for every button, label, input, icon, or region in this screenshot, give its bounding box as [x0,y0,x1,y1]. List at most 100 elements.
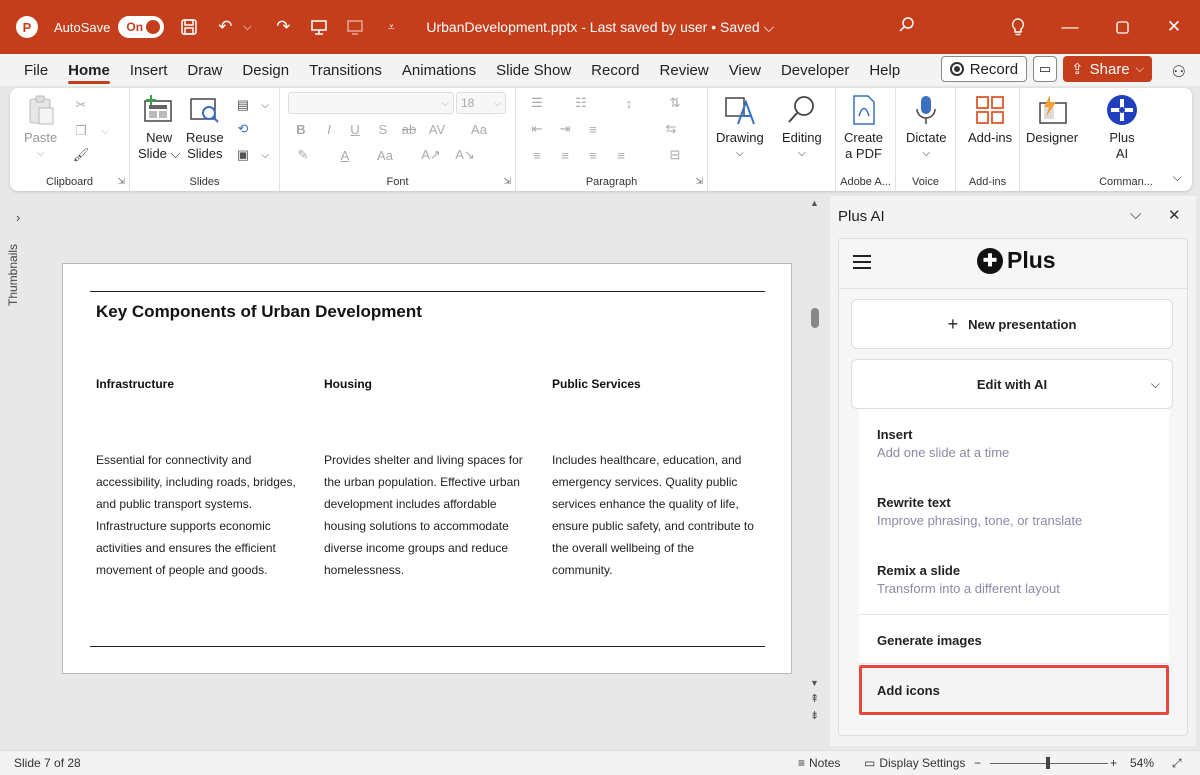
character-spacing-icon[interactable]: AV [428,120,446,138]
section-dropdown-icon[interactable]: ⌵ [256,146,274,164]
sort-icon[interactable]: ⇅ [666,94,684,112]
lightbulb-icon[interactable] [992,0,1044,54]
tab-developer[interactable]: Developer [771,54,859,86]
slide-title[interactable]: Key Components of Urban Development [96,302,422,322]
font-size-box[interactable]: 18 ⌵ [456,92,506,114]
ribbon-expand-icon[interactable]: ⌵ [1173,170,1182,185]
underline-icon[interactable]: U [346,120,364,138]
numbering-icon[interactable]: ☷ [572,94,590,112]
decrease-indent-icon[interactable]: ⇤ [528,120,546,138]
previous-slide-icon[interactable]: ⇞ [810,692,819,705]
increase-indent-icon[interactable]: ⇥ [556,120,574,138]
zoom-level[interactable]: 54% [1130,756,1154,770]
copy-dropdown-icon[interactable]: ⌵ [96,122,114,140]
columns-icon[interactable]: ≡ [584,120,602,138]
minimize-icon[interactable]: — [1044,0,1096,54]
paste-button[interactable]: Paste ⌵ [24,94,57,162]
edit-with-ai-dropdown[interactable]: Edit with AI ⌵ [851,359,1173,409]
dictate-button[interactable]: Dictate ⌵ [906,94,946,162]
font-color-icon[interactable]: A [336,146,354,164]
create-pdf-button[interactable]: Create a PDF [844,94,883,162]
change-case-icon[interactable]: Aa [470,120,488,138]
record-button[interactable]: Record [940,56,1028,82]
align-left-icon[interactable]: ≡ [528,146,546,164]
column-housing[interactable]: Housing Provides shelter and living spac… [324,377,534,577]
scroll-up-icon[interactable]: ▲ [810,198,819,208]
menu-item-generate-images[interactable]: Generate images [859,633,1169,648]
display-settings-button[interactable]: ▭ Display Settings [864,756,965,770]
present-icon[interactable] [308,16,330,38]
shrink-font-icon[interactable]: A↘ [455,146,475,164]
tab-file[interactable]: File [14,54,58,86]
coauthor-icon[interactable]: ⚇ [1172,62,1186,82]
editing-button[interactable]: Editing ⌵ [782,94,822,162]
tab-help[interactable]: Help [859,54,910,86]
bullets-icon[interactable]: ☰ [528,94,546,112]
scroll-thumb[interactable] [811,308,819,328]
column-infrastructure[interactable]: Infrastructure Essential for connectivit… [96,377,306,577]
shadow-icon[interactable]: S [374,120,392,138]
tab-home[interactable]: Home [58,54,120,86]
justify-icon[interactable]: ≡ [612,146,630,164]
menu-item-rewrite-text[interactable]: Rewrite text Improve phrasing, tone, or … [859,495,1169,528]
zoom-in-icon[interactable]: + [1110,756,1117,770]
zoom-slider-thumb[interactable] [1046,757,1050,769]
align-right-icon[interactable]: ≡ [584,146,602,164]
tab-transitions[interactable]: Transitions [299,54,392,86]
menu-item-remix-slide[interactable]: Remix a slide Transform into a different… [859,563,1169,596]
align-text-icon[interactable]: ⊟ [666,146,684,164]
tab-record[interactable]: Record [581,54,649,86]
layout-dropdown-icon[interactable]: ⌵ [256,96,274,114]
tab-draw[interactable]: Draw [177,54,232,86]
designer-button[interactable]: Designer [1026,94,1078,146]
document-title[interactable]: UrbanDevelopment.pptx - Last saved by us… [426,19,774,36]
maximize-icon[interactable] [1096,0,1148,54]
column-public-services[interactable]: Public Services Includes healthcare, edu… [552,377,762,577]
bold-icon[interactable]: B [292,120,310,138]
thumbnails-label[interactable]: Thumbnails [6,236,20,306]
new-presentation-button[interactable]: + New presentation [851,299,1173,349]
redo-icon[interactable]: ↷ [272,16,294,38]
scroll-down-icon[interactable]: ▼ [810,678,819,688]
strikethrough-icon[interactable]: ab [400,120,418,138]
customize-toolbar-icon[interactable]: ⩡ [380,16,402,38]
launcher-icon[interactable]: ⇲ [695,176,703,187]
clear-format-icon[interactable]: Aa [376,146,394,164]
launcher-icon[interactable]: ⇲ [503,176,511,187]
undo-icon[interactable]: ↶ [214,16,236,38]
pane-close-icon[interactable]: ✕ [1168,206,1181,224]
addins-button[interactable]: Add-ins [968,94,1012,146]
notes-button[interactable]: ≡ Notes [798,756,840,770]
highlight-icon[interactable]: ✎ [294,146,312,164]
tab-view[interactable]: View [719,54,771,86]
hamburger-menu-icon[interactable] [853,255,871,273]
next-slide-icon[interactable]: ⇟ [810,709,819,722]
save-icon[interactable] [178,16,200,38]
launcher-icon[interactable]: ⇲ [117,176,125,187]
autosave-toggle[interactable]: On [118,16,165,38]
reuse-slides-button[interactable]: Reuse Slides [186,94,224,162]
tab-design[interactable]: Design [232,54,299,86]
share-button[interactable]: ⇪ Share ⌵ [1063,56,1152,82]
line-spacing-icon[interactable]: ↕ [620,94,638,112]
copy-icon[interactable]: ❐ [72,122,90,140]
undo-dropdown-icon[interactable]: ⌵ [236,16,258,38]
align-center-icon[interactable]: ≡ [556,146,574,164]
font-name-box[interactable]: ⌵ [288,92,454,114]
cut-icon[interactable]: ✂ [72,96,90,114]
tab-animations[interactable]: Animations [392,54,486,86]
vertical-scrollbar[interactable]: ▲ ▼ ⇞ ⇟ [806,196,824,726]
comments-button[interactable]: ▭ [1033,56,1058,82]
zoom-out-icon[interactable]: − [974,756,981,770]
pane-options-chevron-icon[interactable]: ⌵ [1130,206,1141,223]
tab-insert[interactable]: Insert [120,54,178,86]
plus-ai-button[interactable]: Plus AI [1106,94,1138,162]
chevron-right-icon[interactable]: › [16,210,20,225]
menu-item-insert[interactable]: Insert Add one slide at a time [859,427,1169,460]
format-painter-icon[interactable]: 🖌 [72,146,90,164]
tab-review[interactable]: Review [650,54,719,86]
grow-font-icon[interactable]: A↗ [421,146,441,164]
drawing-button[interactable]: Drawing ⌵ [716,94,764,162]
fit-to-window-icon[interactable]: ⤢ [1172,756,1182,771]
slide[interactable]: Key Components of Urban Development Infr… [62,263,792,674]
